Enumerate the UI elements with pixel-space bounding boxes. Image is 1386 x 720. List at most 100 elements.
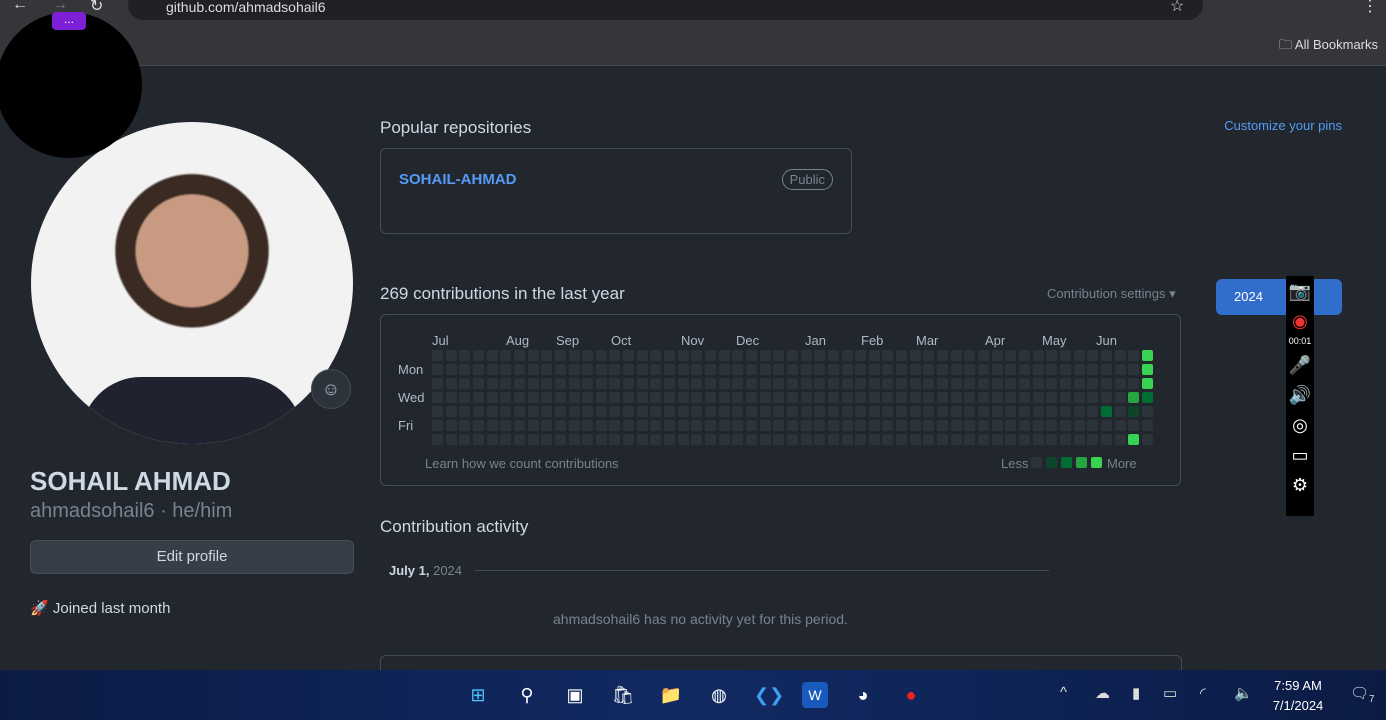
set-status-emoji-icon[interactable]: ☺ [311, 369, 351, 409]
contribution-day[interactable] [786, 364, 798, 375]
contribution-day[interactable] [541, 350, 553, 361]
contribution-day[interactable] [500, 420, 512, 431]
contribution-day[interactable] [1073, 406, 1085, 417]
contribution-day[interactable] [1087, 406, 1099, 417]
contribution-day[interactable] [1032, 364, 1044, 375]
contribution-day[interactable] [827, 378, 839, 389]
contribution-day[interactable] [705, 434, 716, 445]
contribution-day[interactable] [773, 420, 785, 431]
contribution-day[interactable] [991, 350, 1003, 361]
contribution-day[interactable] [554, 420, 566, 431]
contribution-day[interactable] [609, 364, 621, 375]
vscode-icon[interactable]: ❮❯ [754, 682, 784, 708]
contribution-day[interactable] [1005, 350, 1017, 361]
contribution-day[interactable] [786, 378, 798, 389]
recorder-menu-button[interactable]: ... [52, 12, 86, 30]
contribution-day[interactable] [1005, 378, 1017, 389]
contribution-day[interactable] [691, 392, 703, 403]
contribution-day[interactable] [950, 392, 962, 403]
contribution-day[interactable] [1073, 420, 1085, 431]
contribution-day[interactable] [759, 364, 771, 375]
contribution-day[interactable] [773, 406, 785, 417]
contribution-day[interactable] [759, 434, 771, 445]
contribution-day[interactable] [950, 364, 962, 375]
contribution-day[interactable] [623, 350, 635, 361]
contribution-day[interactable] [1087, 392, 1099, 403]
contribution-day[interactable] [991, 364, 1003, 375]
contribution-day[interactable] [554, 364, 566, 375]
contribution-day[interactable] [1114, 392, 1126, 403]
contribution-day[interactable] [896, 378, 908, 389]
contribution-day[interactable] [759, 378, 771, 389]
contribution-day[interactable] [800, 378, 812, 389]
contribution-day[interactable] [909, 364, 921, 375]
contribution-day[interactable] [1114, 420, 1126, 431]
contribution-day[interactable] [1059, 350, 1071, 361]
contribution-day[interactable] [855, 392, 867, 403]
contribution-day[interactable] [800, 406, 812, 417]
contribution-day[interactable] [937, 378, 949, 389]
contribution-day[interactable] [882, 406, 894, 417]
contribution-day[interactable] [978, 420, 989, 431]
contribution-day[interactable] [896, 392, 908, 403]
contribution-day[interactable] [459, 392, 471, 403]
contribution-day[interactable] [486, 420, 498, 431]
contribution-day[interactable] [800, 350, 812, 361]
contribution-day[interactable] [541, 392, 553, 403]
contribution-day[interactable] [486, 378, 498, 389]
contribution-day[interactable] [432, 392, 443, 403]
contribution-day[interactable] [595, 364, 607, 375]
contribution-day[interactable] [1018, 364, 1030, 375]
contribution-day[interactable] [568, 364, 580, 375]
contribution-day[interactable] [1059, 364, 1071, 375]
contribution-day[interactable] [568, 392, 580, 403]
contribution-day[interactable] [882, 378, 894, 389]
contribution-day[interactable] [595, 406, 607, 417]
contribution-day[interactable] [827, 434, 839, 445]
contribution-day[interactable] [1018, 420, 1030, 431]
contribution-day[interactable] [623, 378, 635, 389]
contribution-day[interactable] [827, 406, 839, 417]
contribution-day[interactable] [937, 420, 949, 431]
gear-icon[interactable]: ⚙ [1286, 470, 1314, 500]
contribution-day[interactable] [896, 434, 908, 445]
contribution-day[interactable] [459, 420, 471, 431]
contribution-day[interactable] [486, 392, 498, 403]
contribution-day[interactable] [541, 420, 553, 431]
contribution-day[interactable] [595, 420, 607, 431]
contribution-day[interactable] [459, 378, 471, 389]
contribution-day[interactable] [1046, 406, 1058, 417]
contribution-day[interactable] [909, 434, 921, 445]
contribution-day[interactable] [650, 406, 662, 417]
contribution-day[interactable] [909, 420, 921, 431]
contribution-day[interactable] [636, 378, 648, 389]
contribution-day[interactable] [868, 378, 880, 389]
contribution-day[interactable] [745, 350, 757, 361]
contribution-day[interactable] [691, 434, 703, 445]
contribution-day[interactable] [909, 406, 921, 417]
contribution-day[interactable] [841, 406, 853, 417]
contribution-day[interactable] [800, 420, 812, 431]
contribution-day[interactable] [664, 420, 676, 431]
contribution-day[interactable] [1114, 378, 1126, 389]
back-icon[interactable]: ← [12, 0, 28, 14]
contribution-day[interactable] [595, 434, 607, 445]
contribution-day[interactable] [568, 350, 580, 361]
contribution-day[interactable] [718, 406, 730, 417]
contribution-day[interactable] [500, 364, 512, 375]
contribution-day[interactable] [923, 434, 935, 445]
contribution-day[interactable] [636, 420, 648, 431]
contribution-day[interactable] [827, 364, 839, 375]
all-bookmarks[interactable]: 🗀 All Bookmarks [1279, 36, 1378, 58]
contribution-day[interactable] [554, 406, 566, 417]
contribution-day[interactable] [595, 378, 607, 389]
contribution-day[interactable] [732, 350, 744, 361]
contribution-day[interactable] [1046, 392, 1058, 403]
contribution-day[interactable] [1114, 350, 1126, 361]
clock[interactable]: 7:59 AM 7/1/2024 [1262, 676, 1334, 716]
contribution-day[interactable] [636, 364, 648, 375]
contribution-day[interactable] [937, 406, 949, 417]
contribution-day[interactable] [1100, 420, 1112, 431]
contribution-day[interactable] [1059, 420, 1071, 431]
contribution-day[interactable] [909, 392, 921, 403]
